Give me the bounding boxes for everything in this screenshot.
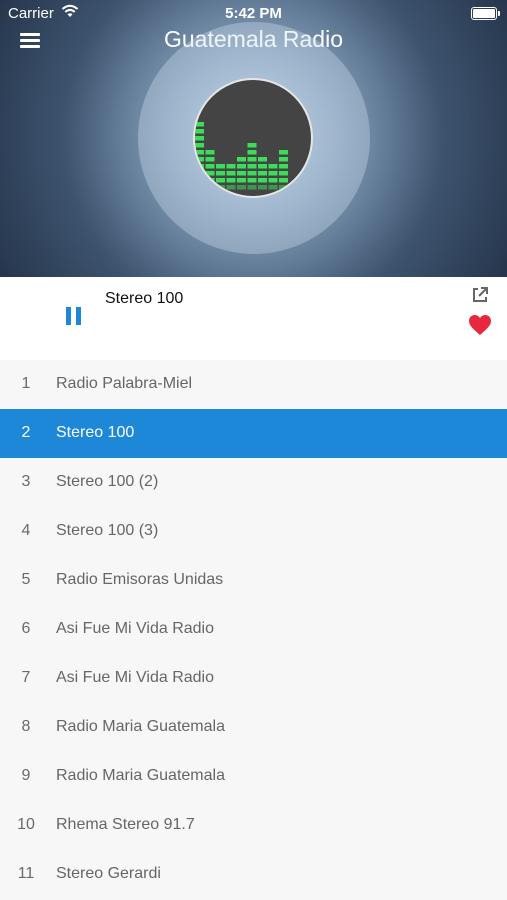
station-name: Radio Palabra-Miel (56, 375, 193, 392)
station-name: Stereo 100 (2) (56, 473, 159, 490)
station-number: 7 (21, 669, 31, 686)
station-artwork (193, 78, 313, 198)
station-row[interactable]: 7 Asi Fue Mi Vida Radio (0, 654, 507, 703)
station-name: Stereo Gerardi (56, 865, 161, 882)
station-row[interactable]: 3 Stereo 100 (2) (0, 458, 507, 507)
station-row[interactable]: 9 Radio Maria Guatemala (0, 752, 507, 801)
station-number: 11 (17, 865, 35, 882)
station-row[interactable]: 6 Asi Fue Mi Vida Radio (0, 605, 507, 654)
favorite-heart-icon[interactable] (468, 314, 492, 336)
station-number: 9 (21, 767, 31, 784)
station-number: 10 (17, 816, 35, 833)
station-row[interactable]: 5 Radio Emisoras Unidas (0, 556, 507, 605)
share-icon[interactable] (472, 287, 488, 303)
station-name: Asi Fue Mi Vida Radio (56, 669, 214, 686)
station-number: 5 (21, 571, 31, 588)
station-name: Radio Emisoras Unidas (56, 571, 224, 588)
battery-icon (471, 7, 500, 20)
station-row[interactable]: 10 Rhema Stereo 91.7 (0, 801, 507, 850)
station-row[interactable]: 8 Radio Maria Guatemala (0, 703, 507, 752)
station-row[interactable]: 2 Stereo 100 (0, 409, 507, 458)
station-row[interactable]: 11 Stereo Gerardi (0, 850, 507, 899)
station-number: 2 (21, 424, 31, 441)
station-row[interactable]: 4 Stereo 100 (3) (0, 507, 507, 556)
clock: 5:42 PM (225, 5, 282, 22)
station-name: Asi Fue Mi Vida Radio (56, 620, 214, 637)
station-list: 1 Radio Palabra-Miel 2 Stereo 100 3 Stereo 10… (0, 360, 507, 899)
station-number: 3 (21, 473, 31, 490)
station-name: Stereo 100 (3) (56, 522, 159, 539)
now-playing-title: Stereo 100 (105, 290, 184, 307)
pause-button[interactable] (66, 307, 82, 325)
station-row[interactable]: 1 Radio Palabra-Miel (0, 360, 507, 409)
station-name: Radio Maria Guatemala (56, 718, 225, 735)
header-artwork: Carrier 5:42 PM Guatemala Radio (0, 0, 507, 277)
station-number: 6 (21, 620, 31, 637)
station-name: Rhema Stereo 91.7 (56, 816, 195, 833)
station-number: 8 (21, 718, 31, 735)
station-number: 4 (21, 522, 31, 539)
equalizer-icon (195, 122, 288, 190)
station-number: 1 (21, 375, 31, 392)
station-name: Radio Maria Guatemala (56, 767, 225, 784)
now-playing-bar: Stereo 100 (0, 277, 507, 360)
station-name: Stereo 100 (56, 424, 135, 441)
